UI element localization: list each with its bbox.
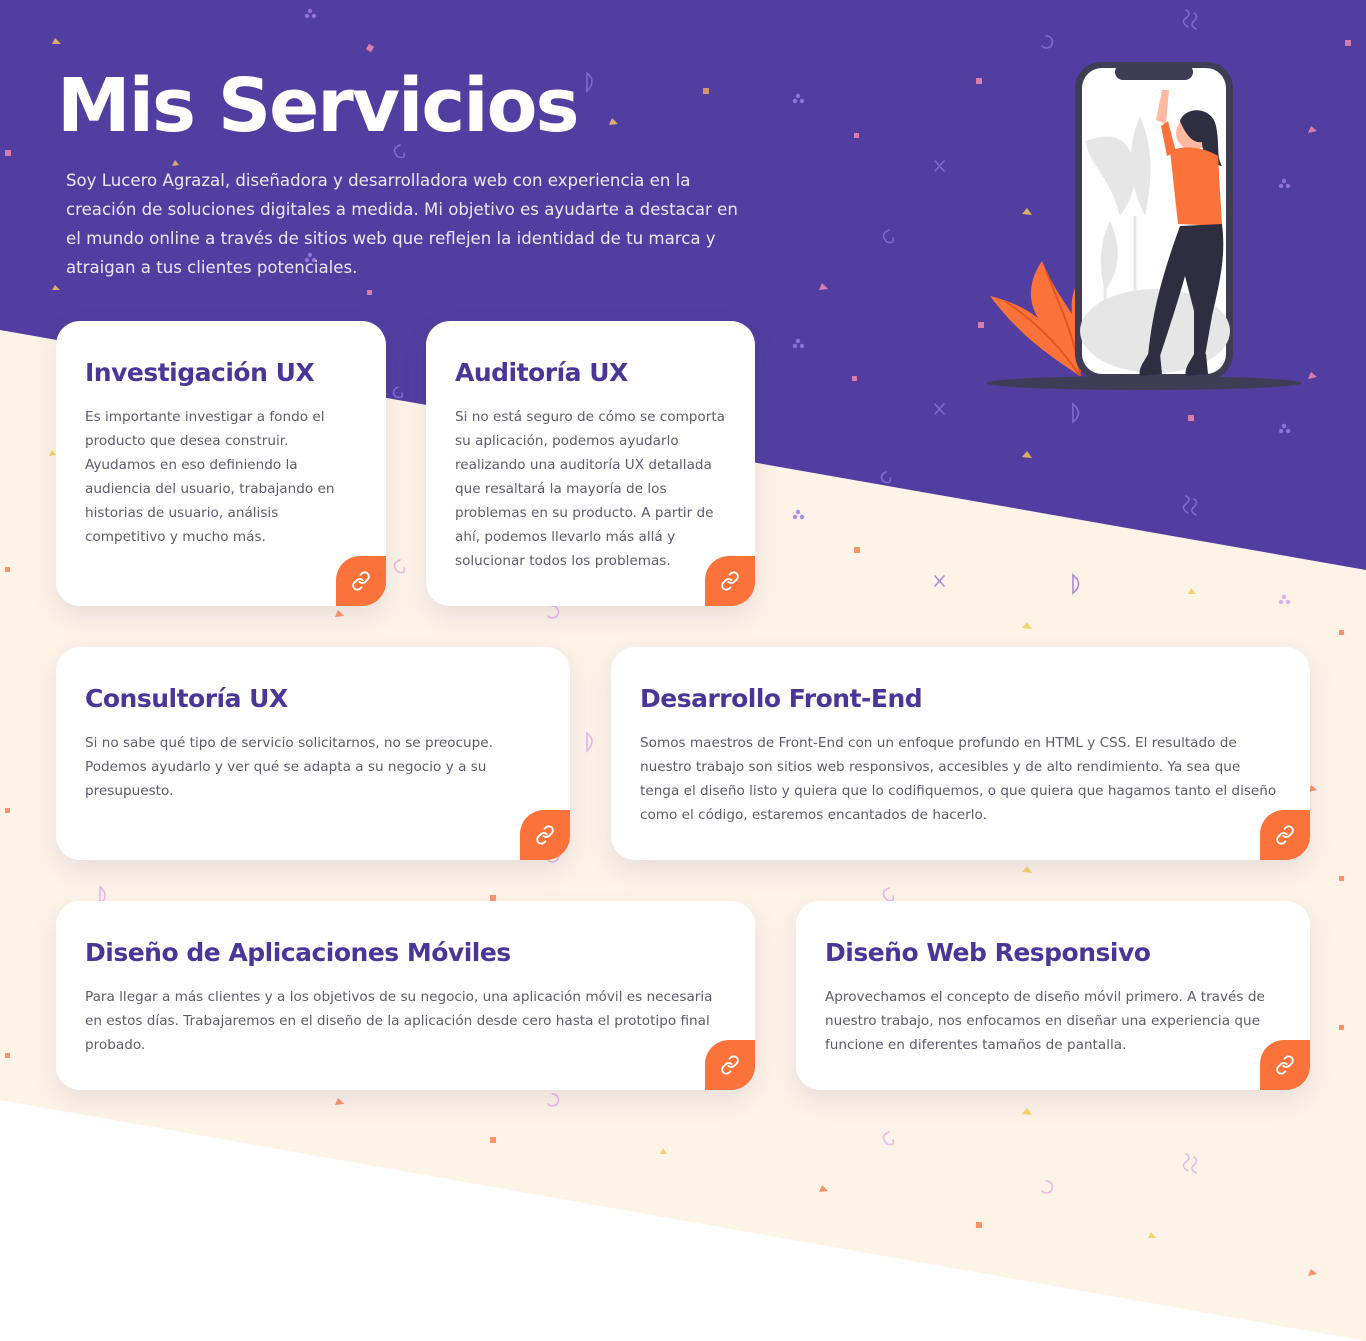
service-card-diseno-web-responsivo: Diseño Web Responsivo Aprovechamos el co…	[796, 901, 1310, 1090]
service-title: Consultoría UX	[85, 684, 288, 713]
service-description: Si no sabe qué tipo de servicio solicita…	[85, 735, 493, 799]
service-title: Investigación UX	[85, 358, 315, 387]
service-title: Desarrollo Front-End	[640, 684, 923, 713]
service-title: Diseño de Aplicaciones Móviles	[85, 938, 511, 967]
page-title: Mis Servicios	[57, 63, 580, 149]
service-link-button[interactable]	[705, 1040, 755, 1090]
service-link-button[interactable]	[336, 556, 386, 606]
service-card-auditoria-ux: Auditoría UX Si no está seguro de cómo s…	[426, 321, 755, 606]
service-link-button[interactable]	[520, 810, 570, 860]
link-icon	[721, 571, 739, 591]
link-icon	[536, 825, 554, 845]
link-icon	[352, 571, 370, 591]
service-link-button[interactable]	[1260, 810, 1310, 860]
link-icon	[1276, 1055, 1294, 1075]
link-icon	[721, 1055, 739, 1075]
service-description: Para llegar a más clientes y a los objet…	[85, 989, 713, 1053]
service-link-button[interactable]	[705, 556, 755, 606]
service-link-button[interactable]	[1260, 1040, 1310, 1090]
hero-description: Soy Lucero Agrazal, diseñadora y desarro…	[66, 171, 738, 277]
service-description: Aprovechamos el concepto de diseño móvil…	[825, 989, 1265, 1053]
link-icon	[1276, 825, 1294, 845]
service-card-consultoria-ux: Consultoría UX Si no sabe qué tipo de se…	[56, 647, 570, 860]
service-description: Es importante investigar a fondo el prod…	[85, 409, 335, 545]
woman-on-phone-illustration	[986, 62, 1302, 390]
service-title: Diseño Web Responsivo	[825, 938, 1151, 967]
service-card-diseno-aplicaciones-moviles: Diseño de Aplicaciones Móviles Para lleg…	[56, 901, 755, 1090]
service-description: Si no está seguro de cómo se comporta su…	[455, 409, 726, 569]
service-card-investigacion-ux: Investigación UX Es importante investiga…	[56, 321, 386, 606]
service-description: Somos maestros de Front-End con un enfoq…	[640, 735, 1277, 823]
service-title: Auditoría UX	[455, 358, 628, 387]
service-card-desarrollo-front-end: Desarrollo Front-End Somos maestros de F…	[611, 647, 1310, 860]
